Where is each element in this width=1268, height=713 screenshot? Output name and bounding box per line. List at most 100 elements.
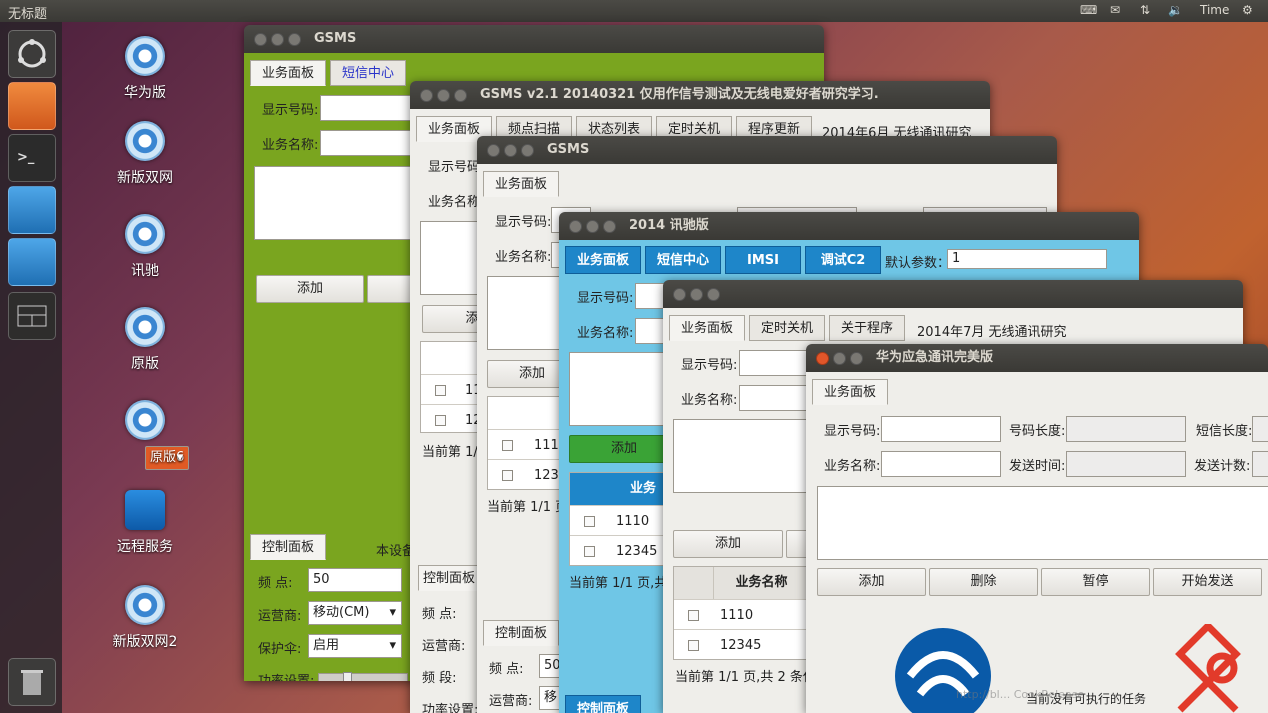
minimize-icon[interactable] (690, 288, 703, 301)
maximize-icon[interactable] (707, 288, 720, 301)
tab-control-panel[interactable]: 控制面板 (565, 695, 641, 713)
frequency-input[interactable]: 50 (308, 568, 402, 592)
row-checkbox[interactable] (584, 546, 595, 557)
gear-icon[interactable]: ⚙ (1242, 3, 1253, 17)
show-number-input[interactable] (881, 416, 1001, 442)
close-icon[interactable] (487, 144, 500, 157)
tab-business-panel[interactable]: 业务面板 (812, 379, 888, 405)
maximize-icon[interactable] (521, 144, 534, 157)
start-send-button[interactable]: 开始发送 (1153, 568, 1262, 596)
table-row[interactable]: 1110 (674, 599, 808, 630)
workspace-icon[interactable] (8, 292, 56, 340)
message-textarea[interactable] (254, 166, 414, 240)
row-checkbox[interactable] (502, 440, 513, 451)
chromium-icon[interactable] (8, 186, 56, 234)
network-icon[interactable]: ⇅ (1140, 3, 1150, 17)
tab-control-panel[interactable]: 控制面板 (483, 620, 559, 646)
number-length-input[interactable] (1066, 416, 1186, 442)
desktop-icon-dual-net2[interactable]: 新版双网2 (90, 585, 200, 651)
tab-timed-shutdown[interactable]: 定时关机 (749, 315, 825, 341)
tab-business-panel[interactable]: 业务面板 (250, 60, 326, 86)
minimize-icon[interactable] (586, 220, 599, 233)
minimize-icon[interactable] (833, 352, 846, 365)
tab-business-panel[interactable]: 业务面板 (565, 246, 641, 274)
maximize-icon[interactable] (603, 220, 616, 233)
maximize-icon[interactable] (454, 89, 467, 102)
tab-sms-center[interactable]: 短信中心 (645, 246, 721, 274)
send-count-input[interactable] (1252, 451, 1268, 477)
show-number-input[interactable] (739, 350, 809, 376)
message-textarea[interactable] (817, 486, 1268, 560)
tab-business-panel[interactable]: 业务面板 (483, 171, 559, 197)
trash-icon[interactable] (8, 658, 56, 706)
protection-select[interactable]: 启用 (308, 634, 402, 658)
table-row[interactable]: 12345 (674, 629, 808, 660)
terminal-icon[interactable]: >_ (8, 134, 56, 182)
keyboard-icon[interactable]: ⌨ (1080, 3, 1097, 17)
row-checkbox[interactable] (688, 610, 699, 621)
close-icon[interactable] (420, 89, 433, 102)
business-name-input[interactable] (881, 451, 1001, 477)
show-number-input[interactable] (320, 95, 420, 121)
tab-imsi[interactable]: IMSI (725, 246, 801, 274)
desktop-icon-huawei[interactable]: 华为版 (90, 36, 200, 102)
tab-business-panel[interactable]: 业务面板 (669, 315, 745, 341)
show-number-input[interactable] (635, 283, 665, 309)
volume-icon[interactable]: 🔉 (1168, 3, 1183, 17)
maximize-icon[interactable] (850, 352, 863, 365)
operator-select[interactable]: 移动(CM) (308, 601, 402, 625)
tab-about[interactable]: 关于程序 (829, 315, 905, 341)
ubuntu-logo-icon[interactable] (8, 30, 56, 78)
close-icon[interactable] (673, 288, 686, 301)
message-textarea[interactable] (420, 221, 480, 295)
table-row[interactable]: 111 (421, 374, 490, 405)
desktop-icon-original6[interactable]: 原版6 (90, 400, 200, 470)
close-icon[interactable] (569, 220, 582, 233)
message-textarea[interactable] (487, 276, 567, 350)
business-name-input[interactable] (739, 385, 809, 411)
slider-handle[interactable] (343, 672, 352, 681)
default-param-input[interactable]: 1 (947, 249, 1107, 269)
clock-label[interactable]: Time (1200, 3, 1229, 17)
close-icon[interactable] (816, 352, 829, 365)
row-checkbox[interactable] (688, 640, 699, 651)
checkbox-column-header[interactable] (674, 567, 714, 599)
files-icon[interactable] (8, 82, 56, 130)
tab-debug-c2[interactable]: 调试C2 (805, 246, 881, 274)
add-button[interactable]: 添加 (256, 275, 364, 303)
add-button[interactable]: 添加 (673, 530, 783, 558)
business-name-input[interactable] (320, 130, 420, 156)
column-header[interactable]: 业务 (570, 473, 666, 505)
desktop-icon-remote[interactable]: 远程服务 (90, 490, 200, 556)
column-header[interactable]: 业务名称 (714, 567, 810, 599)
minimize-icon[interactable] (504, 144, 517, 157)
close-icon[interactable] (254, 33, 267, 46)
table-row[interactable]: 12345 (570, 535, 664, 566)
minimize-icon[interactable] (437, 89, 450, 102)
tab-control-panel[interactable]: 控制面板 (250, 534, 326, 560)
business-name-input[interactable] (635, 318, 665, 344)
message-textarea[interactable] (569, 352, 665, 426)
delete-button[interactable]: 删除 (929, 568, 1038, 596)
table-row[interactable]: 123 (421, 404, 490, 435)
tab-sms-center[interactable]: 短信中心 (330, 60, 406, 86)
row-checkbox[interactable] (502, 470, 513, 481)
desktop-icon-xunchi[interactable]: 讯驰 (90, 214, 200, 280)
table-row[interactable]: 1234 (488, 459, 567, 490)
table-row[interactable]: 1110 (570, 505, 664, 536)
row-checkbox[interactable] (584, 516, 595, 527)
desktop-icon-dual-net[interactable]: 新版双网 (90, 121, 200, 187)
row-checkbox[interactable] (435, 385, 446, 396)
table-row[interactable]: 1110 (488, 429, 567, 460)
add-button[interactable]: 添加 (817, 568, 926, 596)
row-checkbox[interactable] (435, 415, 446, 426)
desktop-icon-original[interactable]: 原版 (90, 307, 200, 373)
tab-control-panel[interactable]: 控制面板 (418, 565, 480, 591)
message-textarea[interactable] (673, 419, 809, 493)
add-button[interactable]: 添 (422, 305, 482, 333)
chromium-icon[interactable] (8, 238, 56, 286)
power-slider[interactable] (318, 672, 408, 681)
send-time-input[interactable] (1066, 451, 1186, 477)
sms-length-input[interactable] (1252, 416, 1268, 442)
maximize-icon[interactable] (288, 33, 301, 46)
